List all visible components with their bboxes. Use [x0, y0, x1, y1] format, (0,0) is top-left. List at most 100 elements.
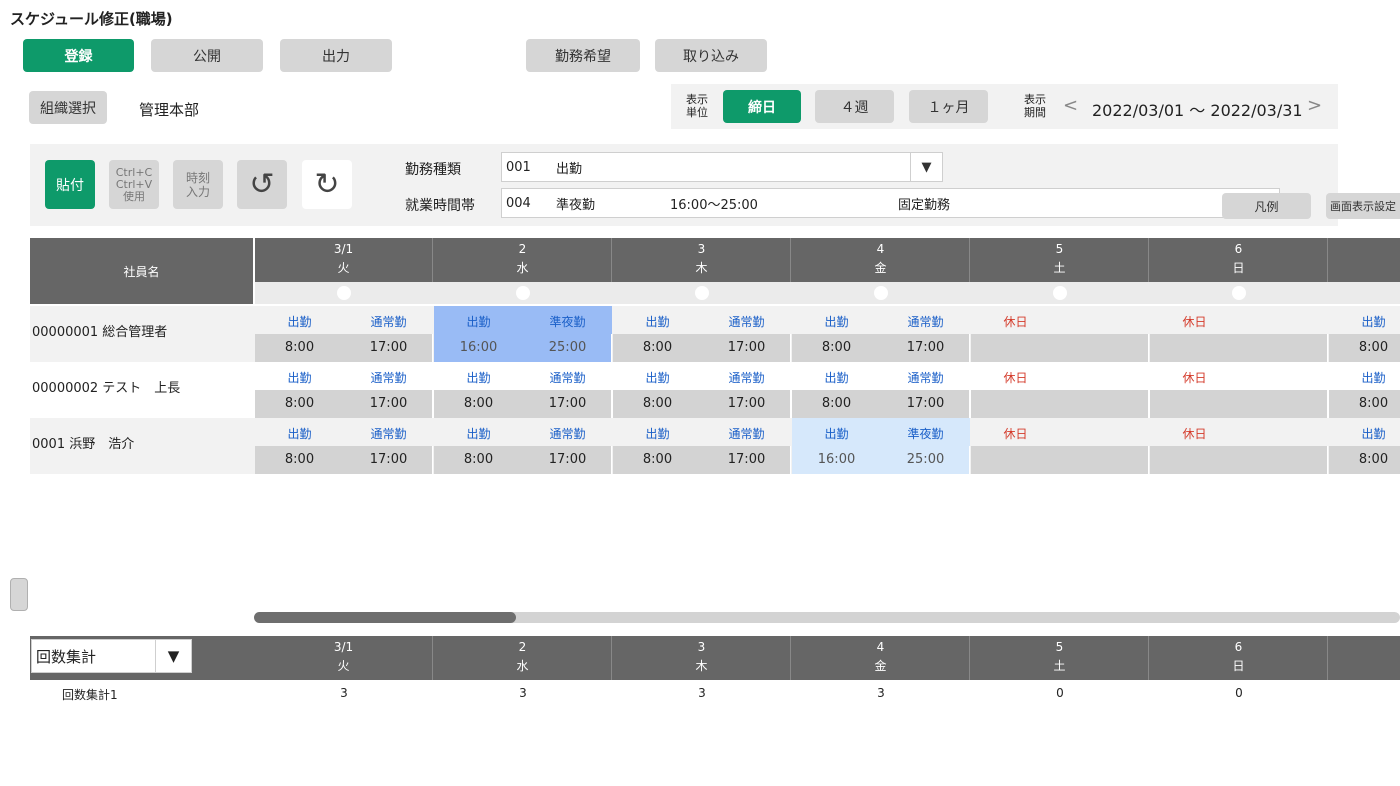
- band-label: 通常勤: [907, 371, 944, 385]
- work-band-label: 就業時間帯: [405, 198, 475, 214]
- shift-time-row: 8:00 17:00: [613, 390, 791, 418]
- schedule-cell[interactable]: 出勤 通常勤 8:00 17:00: [792, 306, 970, 362]
- end-time: 17:00: [548, 396, 587, 411]
- schedule-cell[interactable]: 出勤 通常勤 8:00 17:00: [434, 418, 612, 474]
- schedule-cell[interactable]: 休日: [971, 306, 1149, 362]
- schedule-cell[interactable]: 休日: [1150, 418, 1328, 474]
- start-time: 8:00: [1358, 452, 1389, 467]
- start-time: 8:00: [284, 396, 315, 411]
- time-input-toggle[interactable]: 時刻 入力: [173, 160, 223, 209]
- day-dow: 土: [1053, 261, 1066, 275]
- day-date: 5: [1055, 242, 1064, 256]
- schedule-cell[interactable]: 出勤 準夜勤 16:00 25:00: [434, 306, 612, 362]
- publish-button[interactable]: 公開: [151, 39, 263, 72]
- unit-1month-button[interactable]: １ヶ月: [909, 90, 988, 123]
- schedule-cell[interactable]: 出勤 通常勤 8:00 17:00: [613, 306, 791, 362]
- work-type-code: 001: [506, 159, 531, 175]
- day-header-3[interactable]: 3木: [613, 238, 791, 282]
- day-header-6[interactable]: 6日: [1150, 238, 1328, 282]
- schedule-cell[interactable]: 出勤 通常勤 8:00 17:00: [255, 306, 433, 362]
- band-label: 通常勤: [907, 315, 944, 329]
- employee-name[interactable]: 00000002 テスト 上長: [32, 377, 180, 396]
- day-header-4[interactable]: 4金: [792, 238, 970, 282]
- shift-type-row: 出勤 通常勤: [792, 362, 970, 390]
- display-period: 2022/03/01 〜 2022/03/31: [1092, 101, 1303, 120]
- work-band-kind: 固定勤務: [898, 197, 951, 213]
- day-dow: 土: [1053, 659, 1066, 673]
- summary-value: 0: [1056, 686, 1064, 700]
- next-period-icon[interactable]: >: [1307, 95, 1322, 116]
- start-time: 8:00: [1358, 396, 1389, 411]
- band-label: 通常勤: [728, 371, 765, 385]
- org-select-button[interactable]: 組織選択: [29, 91, 107, 124]
- org-name: 管理本部: [139, 101, 200, 119]
- resize-handle[interactable]: [10, 578, 28, 611]
- schedule-cell[interactable]: 出勤 8:00: [1329, 418, 1400, 474]
- day-header-2[interactable]: 2水: [434, 238, 612, 282]
- schedule-cell[interactable]: 休日: [971, 418, 1149, 474]
- work-label: 出勤: [645, 371, 670, 385]
- output-button[interactable]: 出力: [280, 39, 392, 72]
- shift-type-row: 出勤 準夜勤: [792, 418, 970, 446]
- shift-time-row: [1150, 446, 1328, 474]
- start-time: 8:00: [463, 452, 494, 467]
- register-button[interactable]: 登録: [23, 39, 134, 72]
- summary-day-header-4: 4金: [792, 636, 970, 680]
- day-header-5[interactable]: 5土: [971, 238, 1149, 282]
- ctrl-copy-line1: Ctrl+C: [115, 165, 153, 179]
- work-label: 出勤: [1361, 427, 1386, 441]
- work-type-label: 勤務種類: [405, 162, 461, 178]
- schedule-cell[interactable]: 出勤 通常勤 8:00 17:00: [255, 418, 433, 474]
- scrollbar-thumb[interactable]: [254, 612, 516, 623]
- redo-icon[interactable]: ↻: [302, 160, 352, 209]
- schedule-cell[interactable]: 出勤 8:00: [1329, 362, 1400, 418]
- schedule-cell[interactable]: 出勤 通常勤 8:00 17:00: [792, 362, 970, 418]
- ctrl-copy-toggle[interactable]: Ctrl+C Ctrl+V 使用: [109, 160, 159, 209]
- chevron-down-icon[interactable]: ▼: [910, 153, 942, 181]
- schedule-cell[interactable]: 休日: [1150, 362, 1328, 418]
- start-time: 8:00: [642, 452, 673, 467]
- circle-icon[interactable]: [1232, 286, 1246, 300]
- schedule-cell[interactable]: 出勤 通常勤 8:00 17:00: [255, 362, 433, 418]
- prev-period-icon[interactable]: <: [1063, 95, 1078, 116]
- schedule-cell[interactable]: 休日: [1150, 306, 1328, 362]
- schedule-cell[interactable]: 休日: [971, 362, 1149, 418]
- day-header-1[interactable]: 3/1 火: [255, 238, 433, 282]
- paste-button[interactable]: 貼付: [45, 160, 95, 209]
- circle-icon[interactable]: [516, 286, 530, 300]
- schedule-cell[interactable]: 出勤 準夜勤 16:00 25:00: [792, 418, 970, 474]
- schedule-cell[interactable]: 出勤 通常勤 8:00 17:00: [613, 362, 791, 418]
- start-time: 8:00: [642, 396, 673, 411]
- schedule-cell[interactable]: 出勤 通常勤 8:00 17:00: [434, 362, 612, 418]
- band-label: 通常勤: [549, 371, 586, 385]
- display-settings-button[interactable]: 画面表示設定: [1326, 193, 1400, 219]
- schedule-cell[interactable]: 出勤 8:00: [1329, 306, 1400, 362]
- legend-button[interactable]: 凡例: [1222, 193, 1311, 219]
- work-band-select[interactable]: 004 準夜勤 16:00〜25:00 固定勤務: [501, 188, 1280, 218]
- summary-select[interactable]: 回数集計 ▼: [31, 639, 192, 673]
- schedule-cell[interactable]: 出勤 通常勤 8:00 17:00: [613, 418, 791, 474]
- circle-icon[interactable]: [874, 286, 888, 300]
- unit-4week-button[interactable]: ４週: [815, 90, 894, 123]
- employee-name[interactable]: 00000001 総合管理者: [32, 321, 167, 340]
- day-dow: 金: [874, 659, 887, 673]
- import-button[interactable]: 取り込み: [655, 39, 767, 72]
- employee-name[interactable]: 0001 浜野 浩介: [32, 433, 134, 452]
- shift-type-row: 休日: [1150, 418, 1328, 446]
- shift-type-row: 出勤 通常勤: [792, 306, 970, 334]
- employee-name-header: 社員名: [30, 238, 253, 304]
- circle-icon[interactable]: [337, 286, 351, 300]
- shift-time-row: [971, 334, 1149, 362]
- circle-icon[interactable]: [1053, 286, 1067, 300]
- period-label-line1: 表示: [1024, 93, 1046, 106]
- chevron-down-icon[interactable]: ▼: [155, 640, 191, 672]
- circle-icon[interactable]: [695, 286, 709, 300]
- work-type-select[interactable]: 001 出勤 ▼: [501, 152, 943, 182]
- day-date: 3: [697, 640, 706, 654]
- day-date: 4: [876, 640, 885, 654]
- unit-close-day-button[interactable]: 締日: [723, 90, 801, 123]
- undo-icon[interactable]: ↺: [237, 160, 287, 209]
- shift-requests-button[interactable]: 勤務希望: [526, 39, 640, 72]
- day-dow: 木: [695, 659, 708, 673]
- summary-value: 3: [340, 686, 348, 700]
